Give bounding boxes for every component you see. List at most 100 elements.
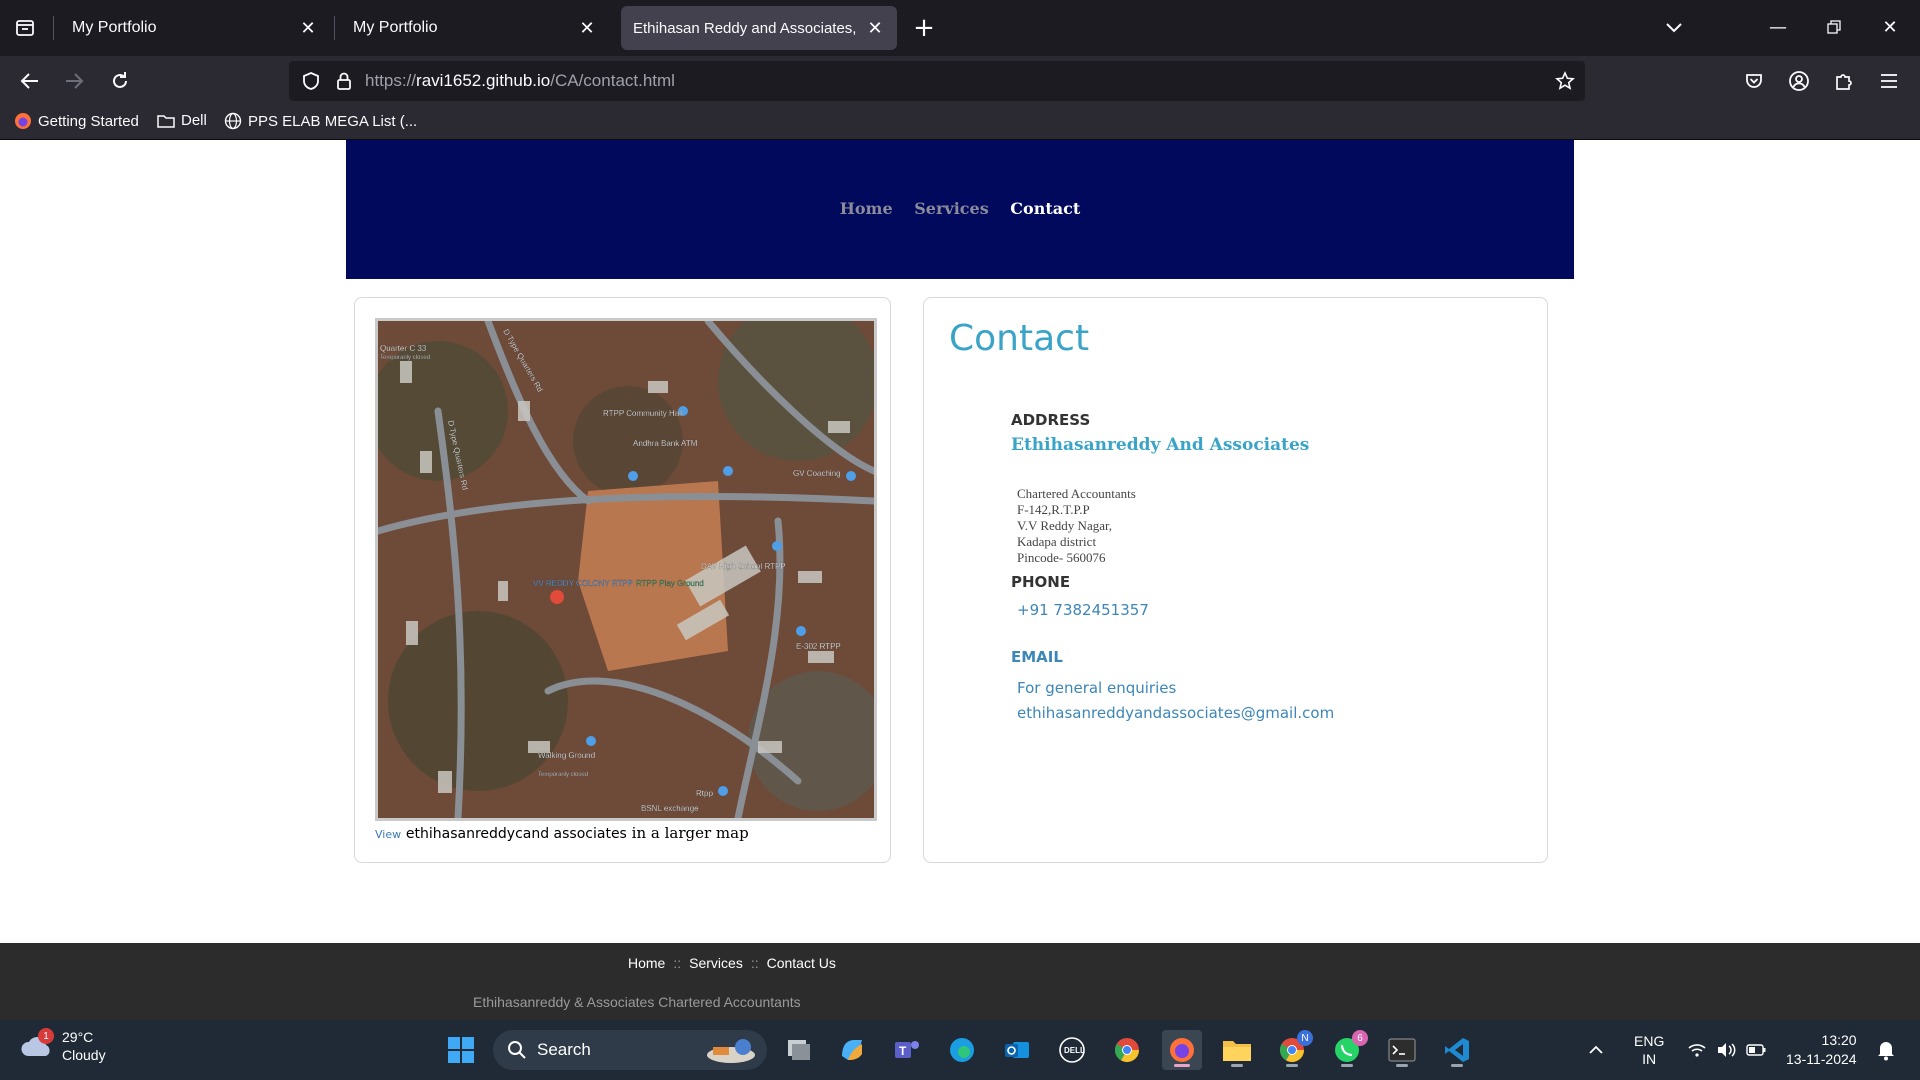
nav-contact-link[interactable]: Contact xyxy=(1010,199,1080,218)
new-tab-button[interactable]: + xyxy=(908,12,940,44)
map-place-name: ethihasanreddycand associates xyxy=(405,826,627,842)
chrome-button[interactable] xyxy=(1107,1030,1147,1070)
close-window-button[interactable]: ✕ xyxy=(1870,10,1910,44)
tab-ethihasan-reddy[interactable]: Ethihasan Reddy and Associates, RT ✕ xyxy=(621,6,897,50)
vscode-button[interactable] xyxy=(1437,1030,1477,1070)
footer-separator: :: xyxy=(750,955,759,971)
file-explorer-button[interactable] xyxy=(1217,1030,1257,1070)
notifications-button[interactable] xyxy=(1876,1020,1896,1080)
system-tray-status[interactable] xyxy=(1688,1020,1766,1080)
bookmark-getting-started[interactable]: Getting Started xyxy=(14,112,139,130)
clock[interactable]: 13:20 13-11-2024 xyxy=(1786,1020,1857,1080)
tab-close-icon[interactable]: ✕ xyxy=(294,14,322,42)
chrome-icon xyxy=(1114,1038,1139,1063)
copilot-icon xyxy=(842,1040,862,1060)
url-text[interactable]: https://ravi1652.github.io/CA/contact.ht… xyxy=(365,71,675,91)
running-indicator xyxy=(1341,1064,1353,1067)
notification-bell-icon xyxy=(1878,1042,1894,1061)
search-label: Search xyxy=(537,1040,591,1059)
weather-widget[interactable]: 29°C Cloudy xyxy=(20,1028,106,1064)
show-hidden-icons-button[interactable] xyxy=(1588,1020,1604,1080)
url-host: ravi1652.github.io xyxy=(416,71,551,90)
forward-button[interactable] xyxy=(58,65,90,97)
footer-home-link[interactable]: Home xyxy=(628,955,665,971)
task-view-button[interactable] xyxy=(778,1030,818,1070)
browser-navigation-bar: https://ravi1652.github.io/CA/contact.ht… xyxy=(0,56,1920,106)
address-line: F-142,R.T.P.P xyxy=(1017,502,1090,517)
chevron-down-icon xyxy=(1666,23,1682,33)
tab-list-button[interactable] xyxy=(8,12,42,44)
email-address-link[interactable]: ethihasanreddyandassociates@gmail.com xyxy=(1017,704,1334,722)
task-view-icon xyxy=(788,1040,810,1060)
reload-button[interactable] xyxy=(104,65,136,97)
bookmark-star-icon[interactable] xyxy=(1555,71,1575,91)
restore-button[interactable] xyxy=(1814,10,1854,44)
terminal-button[interactable] xyxy=(1382,1030,1422,1070)
phone-number[interactable]: +91 7382451357 xyxy=(1017,601,1149,619)
footer-services-link[interactable]: Services xyxy=(689,955,743,971)
shield-icon xyxy=(303,72,319,90)
teams-icon: T xyxy=(895,1041,919,1058)
view-larger-map-link[interactable]: View xyxy=(375,828,401,841)
site-nav-menu: Home Services Contact xyxy=(346,199,1574,218)
dell-button[interactable]: DELL xyxy=(1052,1030,1092,1070)
puzzle-icon xyxy=(1836,74,1852,90)
firefox-button[interactable] xyxy=(1162,1030,1202,1070)
tab-title: My Portfolio xyxy=(353,19,438,36)
footer-contact-link[interactable]: Contact Us xyxy=(767,955,836,971)
map-label: E-302 RTPP xyxy=(796,642,841,651)
tab-my-portfolio-1[interactable]: My Portfolio ✕ xyxy=(56,6,330,50)
pocket-icon xyxy=(1746,74,1762,88)
nav-services-link[interactable]: Services xyxy=(914,199,988,218)
embedded-map[interactable]: Quarter C 33 Temporarily closed D Type Q… xyxy=(375,318,877,821)
contact-panel: Contact ADDRESS Ethihasanreddy And Assoc… xyxy=(923,297,1548,863)
weather-temperature: 29°C xyxy=(62,1029,94,1045)
company-name: Ethihasanreddy And Associates xyxy=(1011,435,1310,455)
weather-description: Cloudy xyxy=(62,1047,106,1063)
restore-icon xyxy=(1827,20,1841,34)
bookmark-pps-elab[interactable]: PPS ELAB MEGA List (... xyxy=(224,112,417,130)
address-line: V.V Reddy Nagar, xyxy=(1017,518,1113,533)
bookmark-dell-folder[interactable]: Dell xyxy=(157,112,207,129)
tab-close-icon[interactable]: ✕ xyxy=(573,14,601,42)
minimize-button[interactable]: — xyxy=(1758,10,1798,44)
footer-nav: Home:: Services:: Contact Us xyxy=(628,955,836,971)
language-indicator[interactable]: ENG IN xyxy=(1634,1020,1664,1080)
account-button[interactable] xyxy=(1783,65,1815,97)
folder-icon xyxy=(157,114,175,128)
tab-my-portfolio-2[interactable]: My Portfolio ✕ xyxy=(337,6,609,50)
url-scheme: https:// xyxy=(365,71,417,90)
taskbar-search[interactable]: Search xyxy=(493,1030,767,1070)
map-label: Rtpp xyxy=(696,789,713,798)
windows-taskbar: 29°C Cloudy 1 Search T DELL N 6 ENG IN 1… xyxy=(0,1020,1920,1080)
edge-button[interactable] xyxy=(942,1030,982,1070)
footer-copyright: Ethihasanreddy & Associates Chartered Ac… xyxy=(473,994,801,1010)
running-indicator xyxy=(1286,1064,1298,1067)
url-path: /CA/contact.html xyxy=(550,71,675,90)
map-panel: Quarter C 33 Temporarily closed D Type Q… xyxy=(354,297,891,863)
bookmark-label: Dell xyxy=(181,112,207,129)
teams-button[interactable]: T xyxy=(887,1030,927,1070)
address-bar[interactable]: https://ravi1652.github.io/CA/contact.ht… xyxy=(289,61,1585,101)
email-label: EMAIL xyxy=(1011,648,1063,666)
tab-list-icon xyxy=(16,20,34,36)
menu-button[interactable] xyxy=(1873,65,1905,97)
copilot-button[interactable] xyxy=(832,1030,872,1070)
back-arrow-icon xyxy=(20,73,38,89)
nav-home-link[interactable]: Home xyxy=(840,199,893,218)
map-label: Walking Ground xyxy=(538,751,595,760)
contact-heading: Contact xyxy=(949,318,1090,359)
map-label: DAV High School RTPP xyxy=(701,562,786,571)
tab-separator xyxy=(53,16,54,40)
language-code: ENG xyxy=(1634,1033,1665,1049)
list-all-tabs-button[interactable] xyxy=(1654,10,1694,44)
outlook-button[interactable] xyxy=(997,1030,1037,1070)
pocket-button[interactable] xyxy=(1738,65,1770,97)
map-label: BSNL exchange xyxy=(641,804,699,813)
start-button[interactable] xyxy=(441,1030,481,1070)
tab-close-icon[interactable]: ✕ xyxy=(861,14,889,42)
back-button[interactable] xyxy=(14,65,46,97)
extensions-button[interactable] xyxy=(1828,65,1860,97)
edge-icon xyxy=(950,1038,974,1062)
map-label: Quarter C 33 xyxy=(380,344,427,353)
